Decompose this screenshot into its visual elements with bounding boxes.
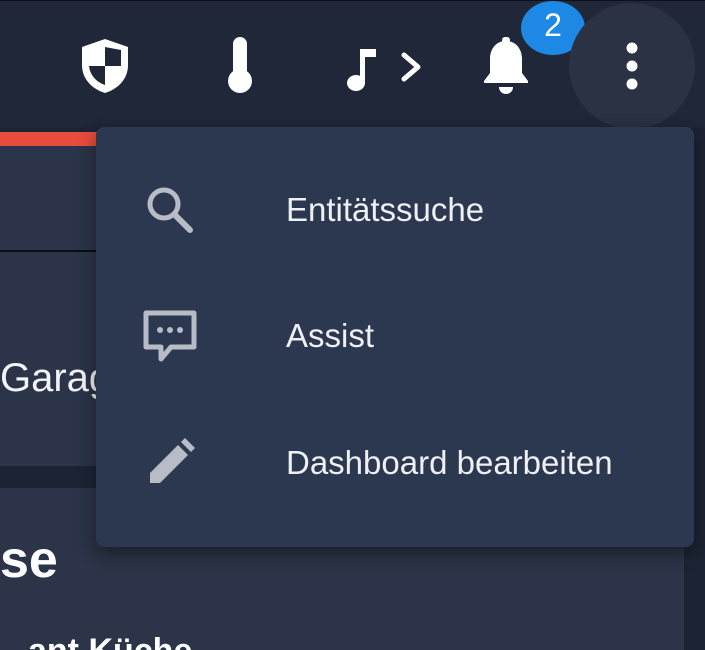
accent-bar — [0, 132, 110, 146]
overflow-menu: Entitätssuche Assist Dashboard bearbeite… — [96, 127, 694, 547]
more-vertical-icon — [626, 42, 638, 90]
media-player-indicator[interactable] — [340, 41, 430, 93]
menu-item-edit-dashboard[interactable]: Dashboard bearbeiten — [96, 400, 694, 526]
shield-icon[interactable] — [76, 37, 134, 95]
menu-item-label: Entitätssuche — [286, 191, 485, 228]
chat-icon — [140, 306, 200, 366]
search-icon — [140, 180, 200, 240]
pencil-icon — [140, 433, 200, 493]
section-heading: se — [0, 531, 58, 589]
music-note-icon — [347, 49, 376, 91]
chevron-right-icon — [401, 52, 421, 82]
thermometer-icon[interactable] — [216, 35, 264, 95]
partial-text-clip: ant Küche — [28, 628, 258, 650]
partial-text: ant Küche — [28, 632, 192, 650]
menu-item-label: Dashboard bearbeiten — [286, 444, 613, 481]
background-card — [0, 146, 110, 466]
more-options-button[interactable] — [569, 3, 695, 129]
menu-item-entity-search[interactable]: Entitätssuche — [96, 147, 694, 273]
top-app-bar: 2 — [0, 0, 705, 129]
garage-card-label: Garag — [0, 356, 110, 400]
bell-icon[interactable] — [478, 37, 534, 95]
menu-item-label: Assist — [286, 317, 375, 354]
divider — [0, 250, 110, 252]
menu-item-assist[interactable]: Assist — [96, 273, 694, 399]
